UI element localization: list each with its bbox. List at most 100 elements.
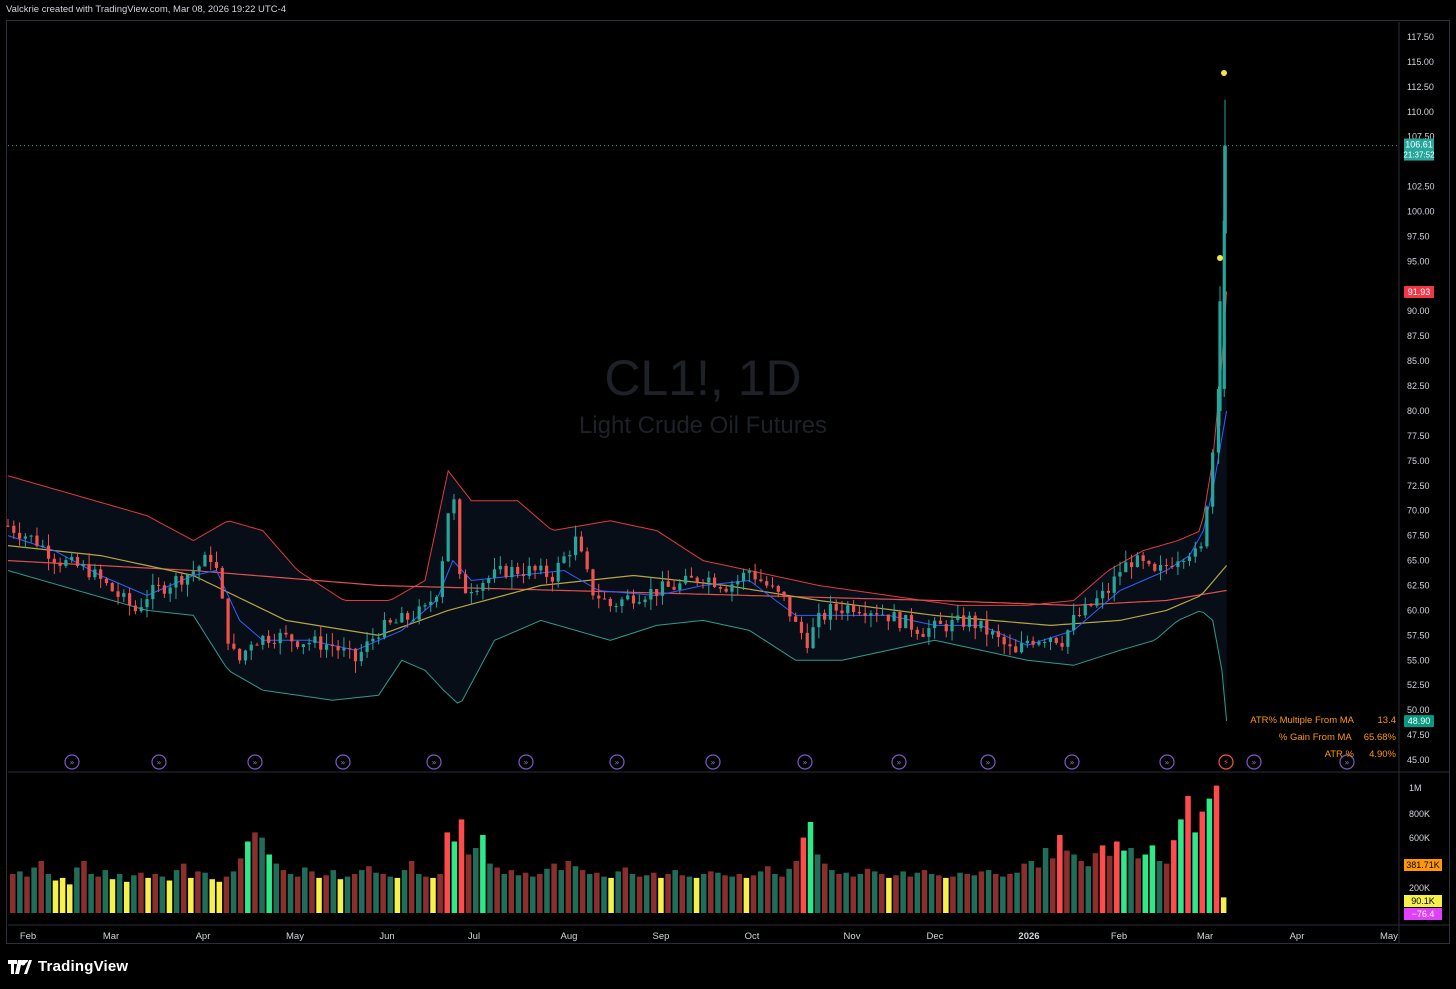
volume-tag: −76.4 (1412, 909, 1435, 919)
volume-bar (693, 877, 700, 913)
volume-bar (444, 832, 451, 913)
candlestick-chart[interactable]: CL1!, 1D Light Crude Oil Futures 117.50 1… (0, 0, 1456, 989)
event-marker-arrow: » (1165, 758, 1170, 767)
volume-bar (829, 870, 835, 913)
candle-body (985, 620, 989, 635)
candle-body (139, 607, 143, 612)
price-tick-label: 70.00 (1407, 506, 1430, 516)
volume-bar (843, 872, 849, 913)
volume-bar (871, 871, 878, 913)
volume-tick-label: 800K (1409, 809, 1430, 819)
candle-body (336, 645, 340, 651)
candle-body (93, 569, 97, 578)
volume-bar (836, 874, 842, 913)
volume-bar (1220, 897, 1227, 913)
candle-body (799, 621, 804, 633)
volume-bar (501, 874, 507, 913)
candle-body (168, 587, 172, 594)
time-tick-label: Jul (468, 931, 480, 942)
event-markers[interactable]: »»»»»»»»»»»»»» »⚡ (64, 754, 1355, 770)
candle-body (1002, 637, 1006, 645)
price-tick-label: 52.50 (1407, 680, 1430, 690)
volume-bar (458, 819, 465, 913)
time-tick-label: Apr (196, 931, 211, 942)
volume-bar (964, 874, 970, 913)
volume-bar (1213, 785, 1220, 913)
volume-bar (266, 854, 272, 913)
time-tick-label: Oct (745, 931, 760, 942)
candle-body (736, 581, 740, 585)
candle-body (550, 576, 555, 582)
price-tick-label: 112.50 (1407, 82, 1434, 92)
volume-bar (102, 870, 109, 913)
candle-body (927, 628, 931, 637)
volume-bar (700, 874, 707, 913)
volume-bar (66, 884, 73, 913)
candle-body (1083, 603, 1087, 616)
volume-bar (423, 876, 429, 913)
volume-bar (330, 870, 337, 913)
candle-body (1106, 590, 1111, 593)
candle-body (643, 599, 647, 603)
volume-bar (1085, 866, 1092, 913)
volume-bar (323, 875, 329, 913)
volume-bar (1099, 845, 1106, 913)
volume-bar (17, 871, 23, 913)
time-tick-label: Feb (20, 931, 36, 942)
volume-bar (480, 835, 486, 913)
candle-body (87, 564, 91, 578)
candle-body (64, 560, 68, 566)
candle-body (58, 562, 62, 566)
volume-bar (950, 876, 956, 913)
candle-body (846, 605, 850, 614)
candle-body (1187, 556, 1192, 562)
volume-bar (1042, 848, 1049, 913)
candle-body (249, 644, 253, 651)
volume-bar (131, 875, 137, 913)
volume-bar (1121, 850, 1127, 913)
volume-bar (202, 872, 208, 913)
candle-body (655, 589, 659, 596)
tradingview-brand[interactable]: TradingView (8, 956, 128, 975)
volume-bar (878, 874, 885, 913)
candle-body (527, 565, 531, 576)
candle-body (295, 641, 300, 648)
volume-bar (765, 866, 771, 913)
candle-body (1025, 640, 1029, 644)
candle-body (597, 595, 601, 599)
candle-body (498, 565, 502, 570)
candle-body (463, 574, 468, 594)
volume-bar (629, 874, 636, 913)
candle-body (516, 566, 520, 575)
alert-marker-glyph: ⚡ (1223, 758, 1229, 767)
volume-bar (508, 870, 515, 913)
time-tick-label: Feb (1111, 931, 1127, 942)
tradingview-logo-icon (8, 956, 32, 974)
candle-body (1193, 548, 1197, 557)
candle-body (1077, 614, 1082, 616)
volume-bar (736, 874, 743, 913)
volume-bar (123, 881, 130, 913)
event-marker-arrow: » (615, 758, 620, 767)
volume-bar (601, 876, 607, 913)
volume-bar (316, 877, 322, 913)
candle-body (191, 571, 195, 575)
event-marker-arrow: » (432, 758, 437, 767)
candle-body (330, 644, 334, 646)
candle-body (788, 596, 792, 617)
candle-body (324, 644, 329, 650)
candle-body (851, 605, 856, 612)
candle-body (689, 575, 694, 578)
candle-body (533, 565, 537, 571)
volume-bar (1106, 855, 1113, 913)
volume-bar (893, 875, 899, 913)
volume-bar (1156, 861, 1163, 913)
candle-body (944, 623, 948, 632)
event-marker-arrow: » (70, 758, 75, 767)
time-tick-label: 2026 (1018, 931, 1039, 942)
candle-body (348, 648, 352, 650)
candle-body (423, 605, 427, 607)
event-marker-arrow: » (1070, 758, 1075, 767)
candle-body (510, 566, 514, 578)
candle-body (267, 635, 271, 643)
